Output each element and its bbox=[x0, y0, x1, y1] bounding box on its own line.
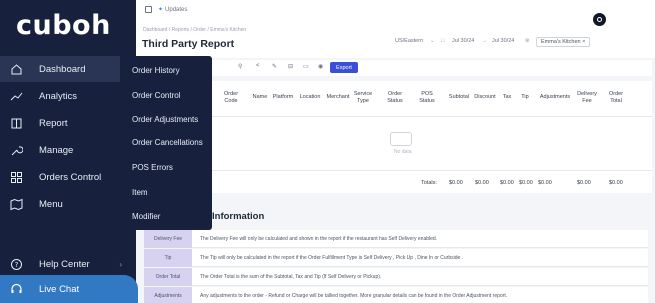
page-title: Third Party Report bbox=[142, 38, 235, 50]
clear-date-icon[interactable]: ⊗ bbox=[525, 38, 530, 44]
info-key: Adjustments bbox=[144, 287, 192, 303]
headset-icon bbox=[9, 282, 23, 296]
calendar-icon: □ bbox=[441, 38, 445, 44]
column-header: Order Status bbox=[387, 91, 403, 104]
submenu-item-order-control[interactable]: Order Control bbox=[132, 91, 180, 100]
arrow-icon: → bbox=[482, 38, 488, 44]
wrench-icon bbox=[9, 143, 23, 157]
avatar[interactable] bbox=[593, 13, 606, 26]
column-header: Tip bbox=[521, 94, 529, 100]
svg-text:?: ? bbox=[14, 261, 18, 269]
total-subtotal: $0.00 bbox=[449, 180, 463, 186]
store-filter-chip[interactable]: Emma's Kitchen × bbox=[536, 37, 591, 47]
no-data-label: No data bbox=[394, 149, 412, 155]
info-text: The Tip will only be calculated in the r… bbox=[200, 255, 464, 261]
column-header: Tax bbox=[502, 94, 512, 100]
trend-icon bbox=[9, 89, 23, 103]
screen-icon[interactable]: ▭ bbox=[303, 63, 309, 70]
date-from[interactable]: Jul 30/24 bbox=[452, 38, 474, 44]
total-tip: $0.00 bbox=[519, 180, 533, 186]
share-icon[interactable]: < bbox=[256, 63, 260, 69]
column-header: Service Type bbox=[353, 91, 373, 104]
report-submenu: Order History Order Control Order Adjust… bbox=[120, 56, 212, 230]
column-header: Merchant bbox=[326, 94, 350, 100]
search-icon[interactable]: ⚲ bbox=[238, 63, 242, 70]
divider bbox=[212, 116, 652, 117]
submenu-item-order-adjustments[interactable]: Order Adjustments bbox=[132, 115, 198, 124]
column-header: Discount bbox=[474, 94, 496, 100]
sidebar-item-menu[interactable]: Menu bbox=[0, 191, 136, 217]
info-text: The Delivery Fee will only be calculated… bbox=[200, 236, 438, 242]
chevron-right-icon: › bbox=[119, 259, 122, 269]
submenu-item-pos-errors[interactable]: POS Errors bbox=[132, 163, 173, 172]
cuboh-logo: cuboh bbox=[16, 10, 111, 41]
date-to[interactable]: Jul 30/24 bbox=[492, 38, 514, 44]
column-header: Name bbox=[252, 94, 268, 100]
total-adjustments: $0.00 bbox=[538, 180, 552, 186]
user-icon bbox=[597, 17, 602, 22]
sidebar: cuboh Dashboard Analytics Report Manage … bbox=[0, 0, 136, 303]
info-text: The Order Total is the sum of the Subtot… bbox=[200, 274, 382, 280]
column-header: Location bbox=[299, 94, 321, 100]
toolbar bbox=[212, 60, 652, 76]
sidebar-item-help-center[interactable]: ? Help Center › bbox=[0, 251, 136, 277]
info-text: Any adjustments to the order - Refund or… bbox=[200, 293, 508, 299]
breadcrumb: Dashboard / Reports / Order / Emma's Kit… bbox=[143, 27, 247, 33]
sidebar-item-analytics[interactable]: Analytics bbox=[0, 83, 136, 109]
pin-icon[interactable]: ✎ bbox=[272, 63, 277, 70]
divider bbox=[212, 170, 652, 171]
timezone-select[interactable]: US/Eastern bbox=[395, 38, 423, 44]
updates-icon: ✦ bbox=[158, 7, 164, 13]
info-key: Delivery Fee bbox=[144, 230, 192, 248]
sidebar-item-dashboard[interactable]: Dashboard bbox=[0, 56, 136, 82]
map-icon bbox=[9, 197, 23, 211]
empty-box-icon bbox=[390, 132, 412, 146]
help-icon: ? bbox=[9, 257, 23, 271]
sidebar-item-orders-control[interactable]: Orders Control bbox=[0, 164, 136, 190]
updates-link[interactable]: ✦ Updates bbox=[145, 6, 187, 13]
total-order-total: $0.00 bbox=[609, 180, 623, 186]
column-header: Subtotal bbox=[448, 94, 470, 100]
info-key: Tip bbox=[144, 249, 192, 267]
filter-icon[interactable]: ⊟ bbox=[288, 63, 293, 70]
submenu-item-modifier[interactable]: Modifier bbox=[132, 212, 160, 221]
column-header: Adjustments bbox=[539, 94, 571, 100]
submenu-item-order-history[interactable]: Order History bbox=[132, 66, 180, 75]
column-header: Platform bbox=[272, 94, 294, 100]
total-delivery-fee: $0.00 bbox=[577, 180, 591, 186]
totals-label: Totals: bbox=[421, 180, 437, 186]
total-discount: $0.00 bbox=[475, 180, 489, 186]
column-header: Order Code bbox=[223, 91, 239, 104]
column-header: POS Status bbox=[419, 91, 435, 104]
column-header: Delivery Fee bbox=[577, 91, 597, 104]
home-icon bbox=[9, 62, 23, 76]
sidebar-item-manage[interactable]: Manage bbox=[0, 137, 136, 163]
book-icon bbox=[9, 116, 23, 130]
column-header: Order Total bbox=[608, 91, 624, 104]
grid-icon bbox=[9, 170, 23, 184]
total-tax: $0.00 bbox=[500, 180, 514, 186]
information-heading: Information bbox=[212, 211, 265, 222]
export-button[interactable]: Export bbox=[330, 62, 358, 73]
live-chat-button[interactable]: Live Chat bbox=[0, 275, 138, 303]
eye-icon[interactable]: ◉ bbox=[318, 63, 323, 70]
submenu-item-order-cancellations[interactable]: Order Cancellations bbox=[132, 138, 203, 147]
submenu-item-item[interactable]: Item bbox=[132, 188, 148, 197]
chevron-down-icon: ⌄ bbox=[430, 38, 435, 44]
sidebar-item-report[interactable]: Report bbox=[0, 110, 136, 136]
panel-toggle-icon[interactable] bbox=[145, 6, 152, 13]
info-key: Order Total bbox=[144, 268, 192, 286]
